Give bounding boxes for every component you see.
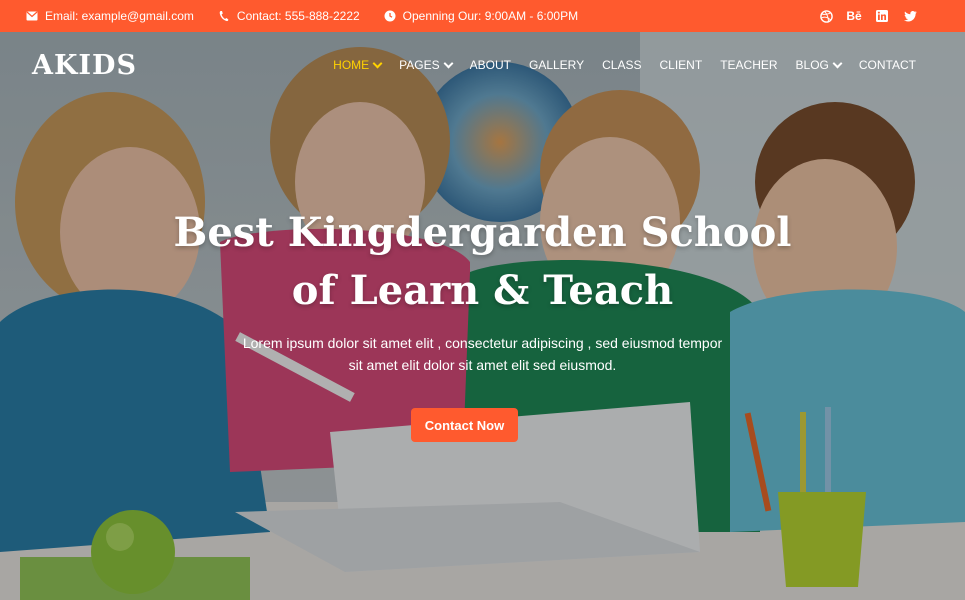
hours-info: Openning Our: 9:00AM - 6:00PM [384,9,578,23]
main-navbar: AKIDS HOME PAGES ABOUT GALLERY CLASS CLI… [0,32,965,98]
linkedin-icon[interactable] [875,10,889,22]
nav-item-home[interactable]: HOME [324,58,390,72]
email-info: Email: example@gmail.com [26,9,194,23]
envelope-icon [26,10,38,22]
nav-item-label: PAGES [399,58,440,72]
nav-item-label: CLASS [602,58,642,72]
chevron-down-icon [372,58,383,68]
site-logo[interactable]: AKIDS [32,50,137,81]
social-links: Bē [819,9,917,23]
email-text: Email: example@gmail.com [45,9,194,23]
nav-menu: HOME PAGES ABOUT GALLERY CLASS CLIENT TE… [324,58,933,72]
clock-icon [384,10,396,22]
nav-item-label: BLOG [795,58,829,72]
contact-text: Contact: 555-888-2222 [236,9,360,23]
nav-item-blog[interactable]: BLOG [787,58,850,72]
nav-item-contact[interactable]: CONTACT [850,58,933,72]
phone-icon [218,10,230,22]
hero-subtitle-line-2: sit amet elit dolor sit amet elit sed ei… [348,357,617,373]
nav-item-label: GALLERY [528,58,585,72]
nav-item-label: ABOUT [469,58,511,72]
hero-section: AKIDS HOME PAGES ABOUT GALLERY CLASS CLI… [0,32,965,600]
nav-item-about[interactable]: ABOUT [461,58,520,72]
nav-item-label: HOME [333,58,370,72]
top-info-bar: Email: example@gmail.com Contact: 555-88… [0,0,965,32]
chevron-down-icon [443,58,454,68]
nav-item-client[interactable]: CLIENT [651,58,712,72]
chevron-down-icon [832,58,843,68]
hours-text: Openning Our: 9:00AM - 6:00PM [402,9,579,23]
contact-now-button[interactable]: Contact Now [411,408,518,442]
nav-item-label: TEACHER [720,58,778,72]
hero-subtitle: Lorem ipsum dolor sit amet elit , consec… [0,332,965,376]
nav-item-label: CONTACT [858,58,916,72]
nav-item-gallery[interactable]: GALLERY [520,58,593,72]
hero-title-line-1: Best Kingdergarden School [173,209,792,256]
nav-item-label: CLIENT [659,58,703,72]
contact-info: Contact: 555-888-2222 [218,9,360,23]
behance-icon[interactable]: Bē [846,9,861,23]
hero-title: Best Kingdergarden School of Learn & Tea… [0,204,965,320]
nav-item-class[interactable]: CLASS [593,58,650,72]
hero-title-line-2: of Learn & Teach [291,267,674,314]
nav-item-teacher[interactable]: TEACHER [711,58,786,72]
hero-subtitle-line-1: Lorem ipsum dolor sit amet elit , consec… [242,335,723,351]
nav-item-pages[interactable]: PAGES [390,58,460,72]
twitter-icon[interactable] [903,10,917,22]
dribbble-icon[interactable] [819,9,833,23]
